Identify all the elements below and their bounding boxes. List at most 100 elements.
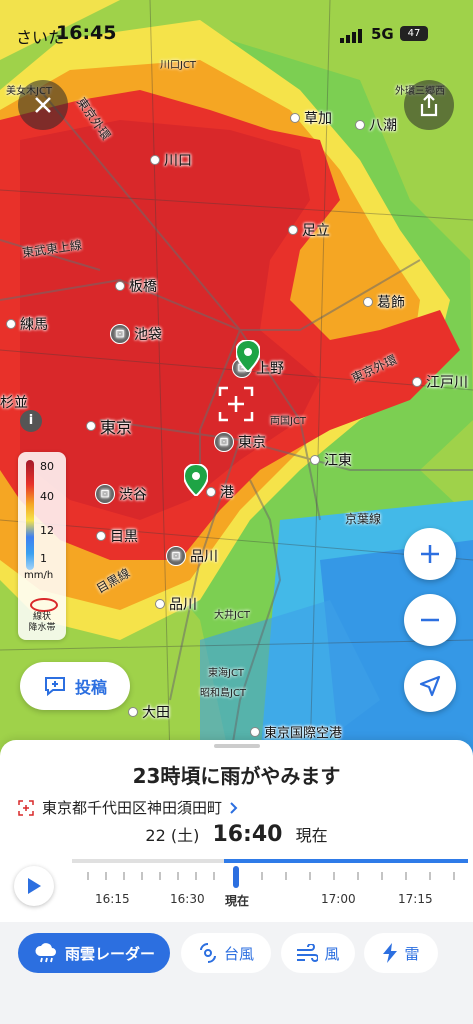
place-label: 江戸川 bbox=[426, 375, 468, 391]
place-label: 足立 bbox=[302, 223, 330, 239]
close-icon bbox=[35, 97, 51, 113]
place-adachi: 足立 bbox=[288, 220, 330, 240]
zoom-in-button[interactable] bbox=[404, 528, 456, 580]
legend-12: 12 bbox=[40, 524, 54, 537]
legend-80: 80 bbox=[40, 460, 54, 473]
train-icon: ⊡ bbox=[166, 546, 186, 566]
play-button[interactable] bbox=[14, 866, 54, 906]
place-yashio: 八潮 bbox=[355, 115, 397, 135]
location-pin-icon[interactable] bbox=[234, 338, 262, 376]
lightning-icon bbox=[383, 943, 398, 963]
tab-rain-radar[interactable]: 雨雲レーダー bbox=[18, 933, 170, 973]
place-minato: 港 bbox=[206, 482, 234, 502]
rain-radar-map[interactable]: 川口 草加 八潮 足立 葛飾 板橋 練馬 ⊡ 池袋 ⊡ 上野 江戸川 東京 ⊡ 東京 … bbox=[0, 0, 473, 760]
highway-label: 昭和島JCT bbox=[200, 688, 247, 699]
place-label: 池袋 bbox=[134, 327, 162, 343]
tab-typhoon[interactable]: 台風 bbox=[181, 933, 271, 973]
post-button-label: 投稿 bbox=[74, 678, 107, 697]
place-dot-icon bbox=[6, 319, 16, 329]
tick-label: 16:30 bbox=[170, 892, 205, 906]
timeline-ticks bbox=[87, 872, 455, 880]
place-label: 板橋 bbox=[129, 279, 157, 295]
share-button[interactable] bbox=[404, 80, 454, 130]
highway-label: 両国JCT bbox=[270, 416, 307, 427]
linear-band-icon bbox=[30, 598, 58, 612]
place-koto: 江東 bbox=[310, 450, 352, 470]
place-nerima: 練馬 bbox=[6, 314, 48, 334]
tab-label: 風 bbox=[324, 944, 340, 963]
timeline-slider-handle[interactable] bbox=[233, 866, 239, 888]
place-tokyo-ward: 東京 bbox=[86, 414, 132, 438]
plus-icon bbox=[421, 545, 439, 563]
place-label: 葛飾 bbox=[377, 295, 405, 311]
network-type: 5G bbox=[371, 25, 394, 43]
battery-icon: 47 bbox=[400, 26, 428, 41]
tab-wind[interactable]: 風 bbox=[281, 933, 355, 973]
post-button[interactable]: 投稿 bbox=[20, 662, 130, 710]
tick-label: 17:00 bbox=[321, 892, 356, 906]
place-dot-icon bbox=[355, 120, 365, 130]
place-ota: 大田 bbox=[128, 702, 170, 722]
legend-band-label-1: 線状 bbox=[32, 612, 51, 622]
rain-stop-headline: 23時頃に雨がやみます bbox=[132, 764, 341, 788]
rain-cloud-icon bbox=[35, 943, 56, 963]
location-pin-icon[interactable] bbox=[182, 462, 210, 500]
highway-label: 東海JCT bbox=[208, 668, 245, 679]
station-shibuya[interactable]: ⊡ 渋谷 bbox=[95, 484, 147, 504]
timeline-forecast-range bbox=[224, 859, 468, 863]
info-icon[interactable]: i bbox=[20, 410, 42, 432]
typhoon-icon bbox=[199, 943, 216, 963]
share-icon bbox=[420, 93, 438, 117]
place-label: 上野 bbox=[256, 361, 284, 377]
precipitation-legend: 80 40 12 1 mm/h 線状 降水帯 bbox=[18, 452, 66, 640]
place-dot-icon bbox=[128, 707, 138, 717]
place-katsushika: 葛飾 bbox=[363, 292, 405, 312]
legend-band-label: 線状 降水帯 bbox=[18, 612, 66, 634]
station-tokyo[interactable]: ⊡ 東京 bbox=[214, 432, 266, 452]
place-label: 練馬 bbox=[20, 317, 48, 333]
place-label: 江東 bbox=[324, 453, 352, 469]
post-bubble-icon bbox=[44, 677, 65, 697]
place-dot-icon bbox=[250, 726, 260, 737]
place-dot-icon bbox=[155, 599, 165, 609]
tab-label: 雨雲レーダー bbox=[64, 944, 155, 963]
tab-lightning[interactable]: 雷 bbox=[364, 933, 438, 973]
station-ikebukuro[interactable]: ⊡ 池袋 bbox=[110, 324, 162, 344]
place-label: 渋谷 bbox=[119, 487, 147, 503]
tab-label: 台風 bbox=[223, 944, 254, 963]
station-shinagawa[interactable]: ⊡ 品川 bbox=[166, 546, 218, 566]
place-shinagawa-ward: 品川 bbox=[155, 594, 197, 614]
play-icon bbox=[28, 878, 41, 894]
close-button[interactable] bbox=[18, 80, 68, 130]
place-label: 目黒 bbox=[110, 529, 138, 545]
zoom-out-button[interactable] bbox=[404, 594, 456, 646]
place-dot-icon bbox=[290, 113, 300, 123]
place-label: 品川 bbox=[169, 597, 197, 613]
current-location-button[interactable] bbox=[404, 660, 456, 712]
place-label: 草加 bbox=[304, 111, 332, 127]
location-address[interactable]: 東京都千代田区神田須田町 bbox=[18, 797, 238, 818]
tab-label: 雷 bbox=[404, 944, 420, 963]
legend-color-bar bbox=[26, 460, 34, 570]
sheet-drag-handle[interactable] bbox=[214, 744, 260, 748]
wind-icon bbox=[297, 944, 319, 962]
location-arrow-icon bbox=[419, 675, 441, 697]
place-dot-icon bbox=[86, 421, 96, 431]
place-label: 八潮 bbox=[369, 118, 397, 134]
target-icon bbox=[18, 799, 34, 816]
place-itabashi: 板橋 bbox=[115, 276, 157, 296]
place-label: 東京国際空港 bbox=[264, 726, 343, 741]
train-icon: ⊡ bbox=[95, 484, 115, 504]
highway-label: 川口JCT bbox=[160, 60, 197, 71]
place-meguro: 目黒 bbox=[96, 526, 138, 546]
place-dot-icon bbox=[115, 281, 125, 291]
now-label: 現在 bbox=[295, 826, 328, 845]
legend-40: 40 bbox=[40, 490, 54, 503]
chevron-right-icon bbox=[230, 801, 238, 814]
line-label-keiyo: 京葉線 bbox=[345, 512, 382, 526]
legend-band-label-2: 降水帯 bbox=[28, 623, 56, 633]
date-label: 22 (土) bbox=[145, 826, 200, 845]
signal-icon bbox=[340, 28, 362, 47]
legend-1: 1 bbox=[40, 552, 47, 565]
place-label: 杉並 bbox=[0, 395, 28, 411]
